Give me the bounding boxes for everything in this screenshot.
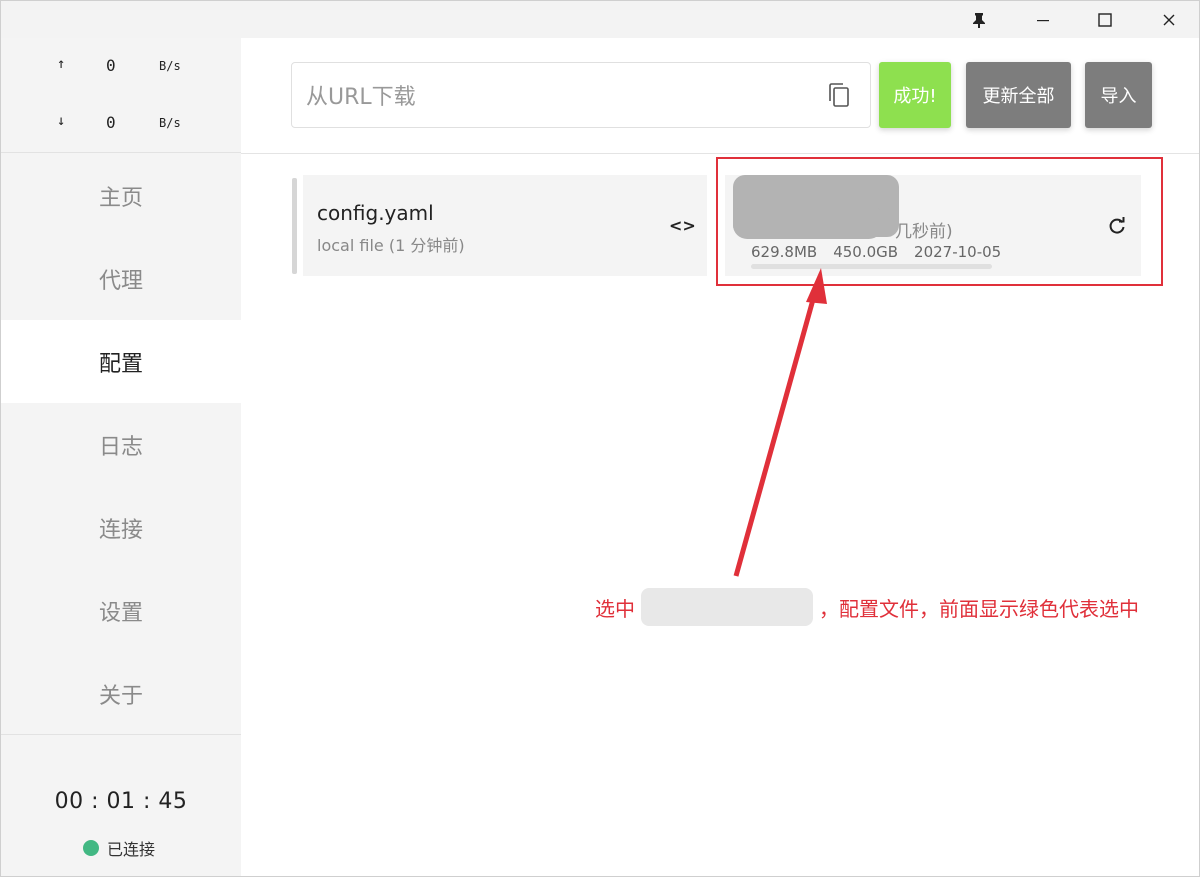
download-unit: B/s [159, 116, 181, 130]
sidebar-item-about[interactable]: 关于 [1, 652, 241, 735]
update-all-button[interactable]: 更新全部 [966, 62, 1071, 128]
minimize-icon[interactable] [1020, 1, 1066, 38]
profile-indicator [292, 178, 297, 274]
app-window: ↑ 0 B/s ↓ 0 B/s 主页 代理 配置 日志 连接 设置 关于 00 … [0, 0, 1200, 877]
sidebar-item-connections[interactable]: 连接 [1, 486, 241, 569]
upload-value: 0 [106, 56, 116, 75]
upload-arrow-icon: ↑ [57, 56, 66, 72]
paste-icon[interactable] [827, 82, 851, 108]
sidebar-nav: 主页 代理 配置 日志 连接 设置 关于 [1, 154, 241, 735]
sidebar-item-home[interactable]: 主页 [1, 154, 241, 237]
connection-status: 已连接 [83, 838, 156, 859]
upload-speed: ↑ 0 B/s [1, 56, 241, 76]
download-speed: ↓ 0 B/s [1, 113, 241, 133]
sidebar-status: 00 : 01 : 45 已连接 [1, 734, 241, 876]
title-bar [1, 1, 1199, 38]
sidebar-item-logs[interactable]: 日志 [1, 403, 241, 486]
sidebar: ↑ 0 B/s ↓ 0 B/s 主页 代理 配置 日志 连接 设置 关于 00 … [1, 38, 241, 876]
annotation-highlight-box [716, 157, 1163, 286]
download-arrow-icon: ↓ [57, 113, 66, 129]
connection-label: 已连接 [107, 840, 156, 859]
url-download-input[interactable]: 从URL下载 [291, 62, 871, 128]
status-dot-icon [83, 840, 99, 856]
profile-card-config[interactable]: config.yaml local file (1 分钟前) <> [303, 175, 707, 276]
maximize-icon[interactable] [1082, 1, 1128, 38]
main-content: 从URL下载 成功! 更新全部 导入 config.yaml local fil… [241, 38, 1199, 876]
annotation-suffix: ，配置文件，前面显示绿色代表选中 [819, 596, 1139, 621]
pin-icon[interactable] [956, 1, 1002, 38]
sidebar-item-settings[interactable]: 设置 [1, 569, 241, 652]
traffic-panel: ↑ 0 B/s ↓ 0 B/s [1, 38, 241, 153]
divider [241, 153, 1199, 154]
annotation-text: 选中 ，配置文件，前面显示绿色代表选中 [595, 588, 1139, 626]
redacted-text [641, 588, 813, 626]
profile-name: config.yaml [317, 201, 434, 225]
close-icon[interactable] [1146, 1, 1192, 38]
download-value: 0 [106, 113, 116, 132]
upload-unit: B/s [159, 59, 181, 73]
import-button[interactable]: 导入 [1085, 62, 1152, 128]
code-edit-icon[interactable]: <> [669, 216, 696, 235]
annotation-prefix: 选中 [595, 596, 635, 621]
download-success-button[interactable]: 成功! [879, 62, 951, 128]
sidebar-item-proxy[interactable]: 代理 [1, 237, 241, 320]
profile-subtitle: local file (1 分钟前) [317, 236, 465, 255]
uptime-timer: 00 : 01 : 45 [54, 789, 188, 814]
sidebar-item-profiles[interactable]: 配置 [1, 320, 241, 403]
